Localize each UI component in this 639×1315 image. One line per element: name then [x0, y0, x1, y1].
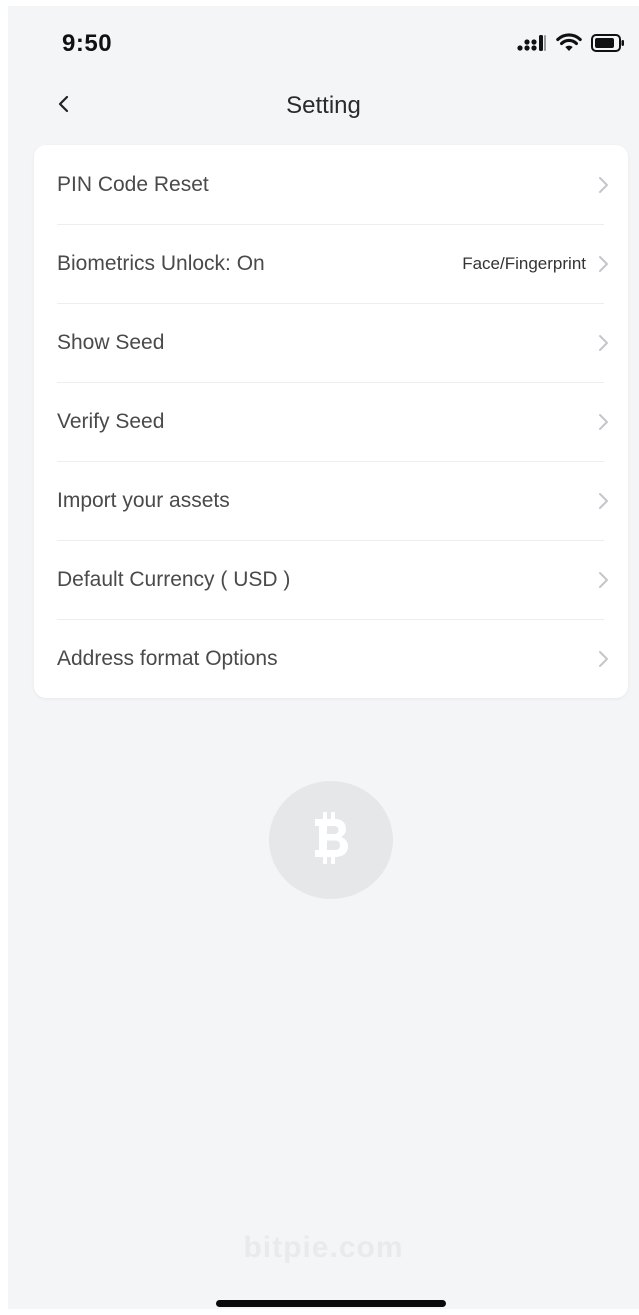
status-icons — [517, 33, 625, 53]
chevron-right-icon — [596, 332, 610, 354]
bitcoin-icon — [309, 810, 353, 871]
setting-label: Verify Seed — [57, 409, 165, 433]
home-indicator[interactable] — [216, 1300, 446, 1307]
nav-bar: Setting — [8, 76, 639, 140]
setting-label: Import your assets — [57, 488, 230, 512]
wifi-icon — [556, 33, 582, 53]
setting-label: Address format Options — [57, 646, 278, 670]
chevron-right-icon — [596, 174, 610, 196]
setting-label: Show Seed — [57, 330, 165, 354]
status-bar: 9:50 — [8, 6, 639, 76]
chevron-right-icon — [596, 648, 610, 670]
settings-list: PIN Code Reset Biometrics Unlock: On Fac… — [34, 145, 628, 698]
setting-label: Biometrics Unlock: On — [57, 251, 265, 275]
battery-icon — [591, 34, 625, 52]
setting-verify-seed[interactable]: Verify Seed — [34, 382, 628, 461]
setting-label: Default Currency ( USD ) — [57, 567, 291, 591]
chevron-right-icon — [596, 490, 610, 512]
setting-label: PIN Code Reset — [57, 172, 209, 196]
status-time: 9:50 — [62, 30, 113, 57]
settings-screen: 9:50 Setting PIN Code Reset Biometrics U… — [8, 6, 639, 1309]
chevron-right-icon — [596, 569, 610, 591]
setting-value: Face/Fingerprint — [462, 253, 586, 273]
setting-pin-code-reset[interactable]: PIN Code Reset — [34, 145, 628, 224]
cellular-signal-icon — [517, 34, 547, 52]
setting-import-assets[interactable]: Import your assets — [34, 461, 628, 540]
setting-biometrics-unlock[interactable]: Biometrics Unlock: On Face/Fingerprint — [34, 224, 628, 303]
setting-address-format[interactable]: Address format Options — [34, 619, 628, 698]
page-title: Setting — [286, 92, 361, 119]
setting-default-currency[interactable]: Default Currency ( USD ) — [34, 540, 628, 619]
bitcoin-logo — [269, 781, 393, 899]
chevron-right-icon — [596, 411, 610, 433]
setting-show-seed[interactable]: Show Seed — [34, 303, 628, 382]
brand-watermark: bitpie.com — [243, 1231, 404, 1264]
chevron-right-icon — [596, 253, 610, 275]
